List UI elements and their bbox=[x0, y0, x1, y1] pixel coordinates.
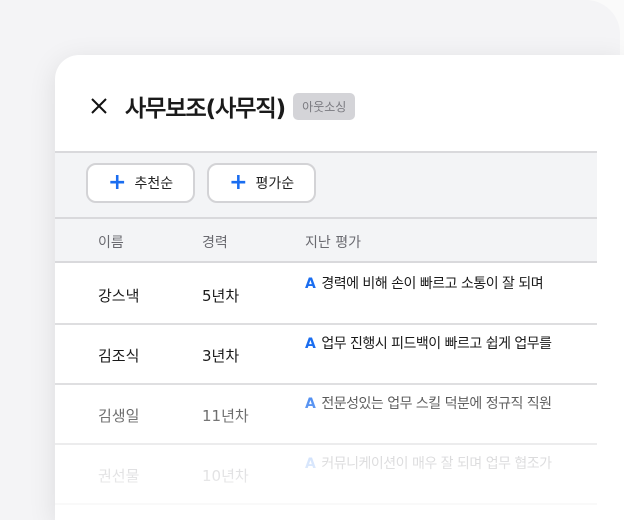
cell-career: 5년차 bbox=[202, 287, 240, 305]
sort-rating-button[interactable]: + 평가순 bbox=[207, 163, 317, 203]
grade-badge: A bbox=[305, 336, 316, 352]
grade-badge: A bbox=[305, 276, 316, 292]
table-row[interactable]: 김조식 3년차 A 업무 진행시 피드백이 빠르고 쉽게 업무를 bbox=[55, 325, 597, 385]
plus-icon: + bbox=[108, 170, 127, 195]
button-label: 평가순 bbox=[255, 176, 295, 192]
column-header-name[interactable]: 이름 bbox=[98, 232, 124, 252]
plus-icon: + bbox=[229, 170, 248, 195]
cell-career: 10년차 bbox=[202, 467, 249, 485]
cell-name: 김생일 bbox=[98, 407, 140, 425]
grade-badge: A bbox=[305, 456, 316, 472]
review-text: 커뮤니케이션이 매우 잘 되며 업무 협조가 bbox=[321, 456, 552, 472]
cell-review: A 커뮤니케이션이 매우 잘 되며 업무 협조가 bbox=[305, 455, 617, 474]
cell-name: 김조식 bbox=[98, 347, 140, 365]
cell-review: A 업무 진행시 피드백이 빠르고 쉽게 업무를 bbox=[305, 335, 617, 354]
review-text: 업무 진행시 피드백이 빠르고 쉽게 업무를 bbox=[321, 336, 552, 352]
cell-review: A 전문성있는 업무 스킬 덕분에 정규직 직원 bbox=[305, 395, 617, 414]
table-row[interactable]: 강스낵 5년차 A 경력에 비해 손이 빠르고 소통이 잘 되며 bbox=[55, 265, 597, 325]
column-header-review[interactable]: 지난 평가 bbox=[305, 232, 361, 252]
table-header: 이름 경력 지난 평가 bbox=[55, 217, 597, 263]
cell-name: 권선물 bbox=[98, 467, 140, 485]
cell-career: 11년차 bbox=[202, 407, 249, 425]
cell-career: 3년차 bbox=[202, 347, 240, 365]
title-row: 사무보조(사무직) 아웃소싱 bbox=[89, 91, 356, 122]
cell-name: 강스낵 bbox=[98, 287, 140, 305]
review-text: 전문성있는 업무 스킬 덕분에 정규직 직원 bbox=[321, 396, 552, 412]
toolbar: + 추천순 + 평가순 이름 경력 지난 평가 bbox=[55, 151, 597, 263]
page-title: 사무보조(사무직) bbox=[125, 96, 286, 122]
button-label: 추천순 bbox=[134, 176, 174, 192]
sort-recommended-button[interactable]: + 추천순 bbox=[86, 163, 196, 203]
table-row[interactable]: 김생일 11년차 A 전문성있는 업무 스킬 덕분에 정규직 직원 bbox=[55, 385, 597, 445]
status-badge: 아웃소싱 bbox=[293, 92, 356, 120]
job-panel: 사무보조(사무직) 아웃소싱 + 추천순 + 평가순 이름 경력 지난 평가 강스낵… bbox=[55, 55, 624, 520]
table-row[interactable]: 권선물 10년차 A 커뮤니케이션이 매우 잘 되며 업무 협조가 bbox=[55, 445, 597, 505]
cell-review: A 경력에 비해 손이 빠르고 소통이 잘 되며 bbox=[305, 275, 617, 294]
review-text: 경력에 비해 손이 빠르고 소통이 잘 되며 bbox=[321, 276, 544, 292]
close-icon[interactable] bbox=[89, 95, 111, 117]
column-header-career[interactable]: 경력 bbox=[202, 232, 228, 252]
grade-badge: A bbox=[305, 396, 316, 412]
